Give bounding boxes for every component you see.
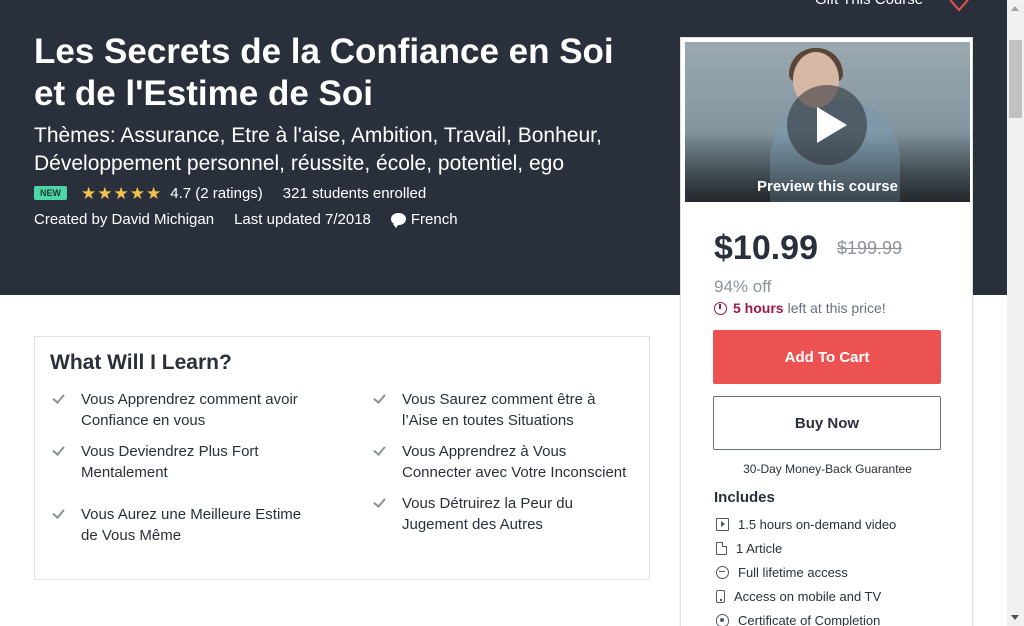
course-subtitle: Thèmes: Assurance, Etre à l'aise, Ambiti… <box>34 124 602 175</box>
wishlist-heart-icon[interactable] <box>948 0 970 12</box>
includes-item-label: Access on mobile and TV <box>734 588 882 604</box>
certificate-icon <box>716 613 729 626</box>
video-icon <box>716 517 729 531</box>
includes-list: 1.5 hours on-demand video 1 Article Full… <box>716 512 896 626</box>
check-icon <box>52 444 66 458</box>
learn-item-text: Vous Apprendrez comment avoir Confiance … <box>81 391 298 429</box>
learn-item: Vous Détruirez la Peur du Jugement des A… <box>373 493 633 535</box>
last-updated: Last updated 7/2018 <box>234 211 371 228</box>
check-icon <box>52 392 66 406</box>
scroll-down-arrow-icon[interactable] <box>1007 609 1024 626</box>
purchase-card: Preview this course $10.99 $199.99 94% o… <box>680 37 973 626</box>
learn-item: Vous Saurez comment être à l’Aise en tou… <box>373 389 633 431</box>
timer-hours: 5 hours <box>733 300 784 316</box>
check-icon <box>373 392 387 406</box>
includes-item-label: Full lifetime access <box>738 564 848 580</box>
learn-list-left: Vous Apprendrez comment avoir Confiance … <box>52 389 312 556</box>
language: French <box>390 211 478 228</box>
timer-text: left at this price! <box>787 300 886 316</box>
learn-item-text: Vous Deviendrez Plus Fort Mentalement <box>81 443 259 481</box>
learn-item: Vous Apprendrez comment avoir Confiance … <box>52 389 312 431</box>
includes-item: 1.5 hours on-demand video <box>716 512 896 536</box>
gift-course-link[interactable]: Gift This Course <box>815 0 923 8</box>
rating-row: NEW ★ ★ ★ ★ ★ 4.7 (2 ratings) 321 studen… <box>34 183 426 203</box>
includes-item-label: Certificate of Completion <box>738 612 881 626</box>
learn-item: Vous Apprendrez à Vous Connecter avec Vo… <box>373 441 633 483</box>
learn-item-text: Vous Saurez comment être à l’Aise en tou… <box>402 391 596 429</box>
instructor[interactable]: Created by David Michigan <box>34 211 214 228</box>
includes-title: Includes <box>714 489 775 506</box>
learn-title: What Will I Learn? <box>50 351 232 374</box>
check-icon <box>52 507 66 521</box>
includes-item-label: 1 Article <box>736 540 783 556</box>
enrolled-count: 321 students enrolled <box>282 184 427 202</box>
course-meta: Created by David Michigan Last updated 7… <box>34 211 498 228</box>
includes-item: Full lifetime access <box>716 560 896 584</box>
learn-item-text: Vous Aurez une Meilleure Estime de Vous … <box>81 506 302 544</box>
preview-label: Preview this course <box>757 178 898 195</box>
course-title: Les Secrets de la Confiance en Soi et de… <box>34 32 614 113</box>
play-icon[interactable] <box>787 85 867 165</box>
buy-now-button[interactable]: Buy Now <box>713 396 941 450</box>
file-icon <box>716 541 727 555</box>
includes-item: 1 Article <box>716 536 896 560</box>
rating-stars[interactable]: ★ ★ ★ ★ ★ <box>81 185 162 202</box>
star-icon: ★ <box>129 183 145 203</box>
star-icon: ★ <box>81 183 97 203</box>
original-price: $199.99 <box>837 238 903 258</box>
check-icon <box>373 444 387 458</box>
includes-item: Certificate of Completion <box>716 608 896 626</box>
learn-item-text: Vous Apprendrez à Vous Connecter avec Vo… <box>402 443 627 481</box>
scroll-up-arrow-icon[interactable] <box>1007 0 1024 17</box>
star-icon: ★ <box>113 183 129 203</box>
includes-item-label: 1.5 hours on-demand video <box>738 516 897 532</box>
check-icon <box>373 496 387 510</box>
add-to-cart-button[interactable]: Add To Cart <box>713 330 941 384</box>
mobile-icon <box>716 589 725 603</box>
star-icon: ★ <box>97 183 113 203</box>
current-price: $10.99 <box>714 229 818 267</box>
scrollbar-thumb[interactable] <box>1009 40 1022 118</box>
learn-item: Vous Deviendrez Plus Fort Mentalement <box>52 441 312 483</box>
infinity-icon <box>716 565 729 579</box>
includes-item: Access on mobile and TV <box>716 584 896 608</box>
what-will-i-learn: What Will I Learn? Vous Apprendrez comme… <box>34 336 650 580</box>
alarm-clock-icon <box>714 301 727 315</box>
learn-item: Vous Aurez une Meilleure Estime de Vous … <box>52 504 312 546</box>
price-timer: 5 hours left at this price! <box>714 300 886 316</box>
course-preview[interactable]: Preview this course <box>685 42 970 202</box>
learn-list-right: Vous Saurez comment être à l’Aise en tou… <box>373 389 633 545</box>
language-label: French <box>410 211 458 228</box>
speech-bubble-icon <box>390 213 406 228</box>
page-scrollbar[interactable] <box>1007 0 1024 626</box>
money-back-guarantee: 30-Day Money-Back Guarantee <box>743 462 912 476</box>
star-icon: ★ <box>146 183 162 203</box>
rating-text[interactable]: 4.7 (2 ratings) <box>170 185 263 202</box>
discount-percent: 94% off <box>714 277 772 296</box>
new-badge: NEW <box>34 186 67 200</box>
learn-item-text: Vous Détruirez la Peur du Jugement des A… <box>402 495 573 533</box>
